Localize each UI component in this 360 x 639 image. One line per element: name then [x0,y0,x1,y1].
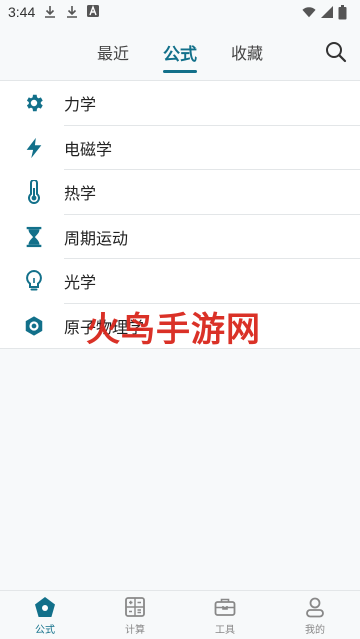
status-time: 3:44 [8,4,36,20]
list-item-mechanics[interactable]: 力学 [0,81,360,126]
a-icon [87,5,101,19]
search-button[interactable] [324,40,348,64]
list-item-periodic-motion[interactable]: 周期运动 [0,215,360,259]
list-item-label: 电磁学 [64,139,113,159]
bottom-tab-label: 工具 [215,624,235,636]
bottom-tab-me[interactable]: 我的 [270,591,360,639]
bottom-tab-calculate[interactable]: 计算 [90,591,180,639]
calculator-icon [123,595,147,619]
hourglass-icon [22,225,46,249]
top-tabs: 最近 公式 收藏 [0,24,360,80]
list-item-electromagnetism[interactable]: 电磁学 [0,126,360,170]
bottom-tab-label: 计算 [125,624,145,636]
gear-icon [22,91,46,115]
lightbulb-icon [22,269,46,293]
bottom-tab-formulas[interactable]: 公式 [0,591,90,639]
thermometer-icon [22,180,46,205]
list-item-atomic-physics[interactable]: 原子物理学 [0,304,360,349]
list-item-label: 周期运动 [64,228,129,248]
user-icon [303,595,327,619]
lightning-icon [22,136,46,160]
bottom-nav: 公式 计算 工具 我的 [0,590,360,639]
status-bar: 3:44 [0,0,360,24]
wifi-icon [302,5,316,19]
list-item-label: 原子物理学 [64,317,145,337]
tab-recent[interactable]: 最近 [97,36,129,68]
list-item-thermodynamics[interactable]: 热学 [0,170,360,215]
top-nav: 最近 公式 收藏 [0,24,360,80]
tab-favorites[interactable]: 收藏 [231,36,263,68]
atom-icon [22,314,46,338]
list-item-label: 热学 [64,184,97,204]
search-icon [324,42,348,68]
battery-icon [338,5,352,20]
bottom-tab-label: 公式 [35,624,55,636]
signal-icon [320,5,334,19]
list-item-label: 光学 [64,273,97,293]
formula-home-icon [33,595,57,619]
list-item-optics[interactable]: 光学 [0,259,360,304]
toolbox-icon [213,595,237,619]
list-item-label: 力学 [64,95,97,115]
bottom-tab-label: 我的 [305,624,325,636]
tab-formulas[interactable]: 公式 [163,36,197,73]
download-icon [43,5,57,19]
bottom-tab-tools[interactable]: 工具 [180,591,270,639]
formula-category-list: 力学 电磁学 热学 周期运动 光学 原子物理学 [0,80,360,349]
download-icon [65,5,79,19]
